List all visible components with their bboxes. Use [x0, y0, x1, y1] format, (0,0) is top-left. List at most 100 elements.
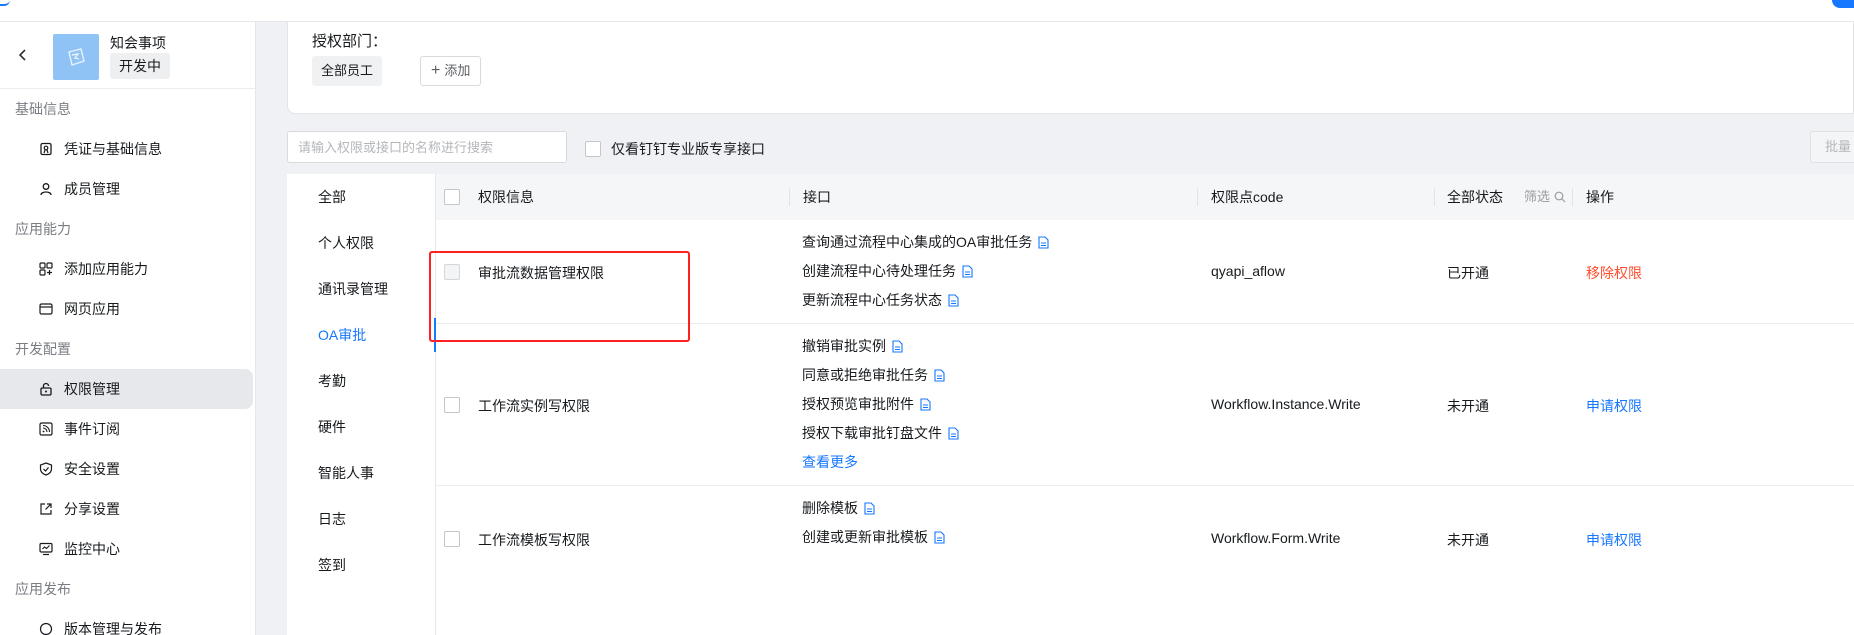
sidebar-group-title: 应用能力	[15, 221, 71, 237]
column-divider	[1434, 188, 1435, 206]
pro-only-label: 仅看钉钉专业版专享接口	[611, 141, 765, 157]
api-item[interactable]: 创建或更新审批模板	[802, 523, 945, 552]
document-icon[interactable]	[934, 531, 945, 544]
sidebar-item-events[interactable]: 事件订阅	[0, 409, 255, 449]
sidebar-item-add-ability[interactable]: 添加应用能力	[0, 249, 255, 289]
api-item[interactable]: 撤销审批实例	[802, 332, 959, 361]
column-divider	[1572, 188, 1573, 206]
status-filter[interactable]: 筛选	[1524, 174, 1566, 220]
api-name: 撤销审批实例	[802, 338, 886, 354]
api-item[interactable]: 创建流程中心待处理任务	[802, 257, 1049, 286]
permission-code: Workflow.Form.Write	[1211, 530, 1341, 546]
all-staff-tag[interactable]: 全部员工	[312, 56, 383, 86]
category-contacts[interactable]: 通讯录管理	[287, 266, 435, 312]
sidebar-item-label: 分享设置	[64, 501, 120, 517]
sidebar-group-publish: 应用发布 版本管理与发布	[0, 569, 255, 635]
category-log[interactable]: 日志	[287, 496, 435, 542]
sidebar-item-label: 凭证与基础信息	[64, 141, 162, 157]
sidebar-group-title: 开发配置	[15, 341, 71, 357]
row-checkbox[interactable]	[444, 264, 460, 280]
sidebar-item-label: 添加应用能力	[64, 261, 148, 277]
monitor-icon	[38, 541, 54, 557]
document-icon[interactable]	[934, 369, 945, 382]
api-list: 删除模板 创建或更新审批模板	[802, 494, 945, 552]
category-oa-approval[interactable]: OA审批	[287, 312, 436, 358]
api-item[interactable]: 授权下载审批钉盘文件	[802, 419, 959, 448]
api-item[interactable]: 查询通过流程中心集成的OA审批任务	[802, 228, 1049, 257]
api-item[interactable]: 同意或拒绝审批任务	[802, 361, 959, 390]
auth-department-card: 授权部门： 全部员工 + 添加	[287, 22, 1854, 114]
apply-permission-link[interactable]: 申请权限	[1586, 396, 1642, 416]
batch-button[interactable]: 批量	[1810, 131, 1854, 163]
auth-department-label: 授权部门：	[312, 33, 388, 50]
table-row: 工作流模板写权限 删除模板 创建或更新审批模板 Workflow.Form.Wr…	[436, 486, 1854, 635]
document-icon[interactable]	[920, 398, 931, 411]
pro-only-checkbox[interactable]	[585, 141, 601, 157]
rss-icon	[38, 421, 54, 437]
sidebar-group-basic: 基础信息 凭证与基础信息 成员管理	[0, 89, 255, 209]
sidebar-item-label: 权限管理	[64, 381, 120, 397]
back-icon[interactable]	[14, 46, 32, 64]
apps-add-icon	[38, 261, 54, 277]
category-smart-hr[interactable]: 智能人事	[287, 450, 435, 496]
document-icon[interactable]	[892, 340, 903, 353]
table-row: 审批流数据管理权限 查询通过流程中心集成的OA审批任务 创建流程中心待处理任务 …	[436, 220, 1854, 324]
sidebar-item-members[interactable]: 成员管理	[0, 169, 255, 209]
api-list: 撤销审批实例 同意或拒绝审批任务 授权预览审批附件 授权下载审批钉盘文件 查看更…	[802, 332, 959, 477]
api-name: 授权下载审批钉盘文件	[802, 425, 942, 441]
app-logo	[53, 34, 99, 80]
view-more-link[interactable]: 查看更多	[802, 448, 959, 477]
lock-icon	[38, 381, 54, 397]
sidebar-item-webapp[interactable]: 网页应用	[0, 289, 255, 329]
header-permission-info: 权限信息	[478, 189, 534, 205]
search-icon	[1554, 191, 1566, 203]
sidebar-group-title: 应用发布	[15, 581, 71, 597]
sidebar-item-version[interactable]: 版本管理与发布	[0, 609, 255, 635]
permission-status: 未开通	[1447, 398, 1489, 414]
sidebar-item-credentials[interactable]: 凭证与基础信息	[0, 129, 255, 169]
permission-search-input[interactable]	[287, 131, 567, 163]
permission-name: 工作流实例写权限	[478, 398, 590, 414]
api-name: 创建流程中心待处理任务	[802, 263, 956, 279]
add-department-button[interactable]: + 添加	[420, 56, 482, 86]
app-name: 知会事项	[110, 35, 166, 51]
document-icon[interactable]	[1038, 236, 1049, 249]
document-icon[interactable]	[948, 427, 959, 440]
sidebar-item-monitor[interactable]: 监控中心	[0, 529, 255, 569]
document-icon[interactable]	[962, 265, 973, 278]
top-bar	[0, 0, 1854, 22]
row-checkbox[interactable]	[444, 397, 460, 413]
pro-only-filter[interactable]: 仅看钉钉专业版专享接口	[585, 139, 765, 159]
api-list: 查询通过流程中心集成的OA审批任务 创建流程中心待处理任务 更新流程中心任务状态	[802, 228, 1049, 315]
top-left-accent	[0, 0, 10, 6]
sidebar-item-security[interactable]: 安全设置	[0, 449, 255, 489]
app-status-badge: 开发中	[110, 53, 170, 79]
table-header: 权限信息 接口 权限点code 全部状态 筛选 操作	[436, 174, 1854, 220]
api-name: 更新流程中心任务状态	[802, 292, 942, 308]
category-hardware[interactable]: 硬件	[287, 404, 435, 450]
sidebar-item-share[interactable]: 分享设置	[0, 489, 255, 529]
document-icon[interactable]	[864, 502, 875, 515]
sidebar-item-label: 监控中心	[64, 541, 120, 557]
app-header: 知会事项 开发中	[0, 22, 255, 89]
sidebar-item-permissions[interactable]: 权限管理	[0, 369, 253, 409]
user-icon	[38, 181, 54, 197]
api-name: 删除模板	[802, 500, 858, 516]
sidebar-group-abilities: 应用能力 添加应用能力 网页应用	[0, 209, 255, 329]
sidebar-item-label: 成员管理	[64, 181, 120, 197]
api-item[interactable]: 授权预览审批附件	[802, 390, 959, 419]
category-checkin[interactable]: 签到	[287, 542, 435, 588]
category-all[interactable]: 全部	[287, 174, 435, 220]
category-personal[interactable]: 个人权限	[287, 220, 435, 266]
column-divider	[789, 188, 790, 206]
api-item[interactable]: 删除模板	[802, 494, 945, 523]
apply-permission-link[interactable]: 申请权限	[1586, 530, 1642, 550]
status-filter-label: 筛选	[1524, 189, 1551, 204]
document-icon[interactable]	[948, 294, 959, 307]
sidebar: 知会事项 开发中 基础信息 凭证与基础信息 成员管理 应用能力 添加应用能力 网…	[0, 22, 256, 635]
row-checkbox[interactable]	[444, 531, 460, 547]
api-item[interactable]: 更新流程中心任务状态	[802, 286, 1049, 315]
remove-permission-link[interactable]: 移除权限	[1586, 263, 1642, 283]
select-all-checkbox[interactable]	[444, 189, 460, 205]
category-attendance[interactable]: 考勤	[287, 358, 435, 404]
